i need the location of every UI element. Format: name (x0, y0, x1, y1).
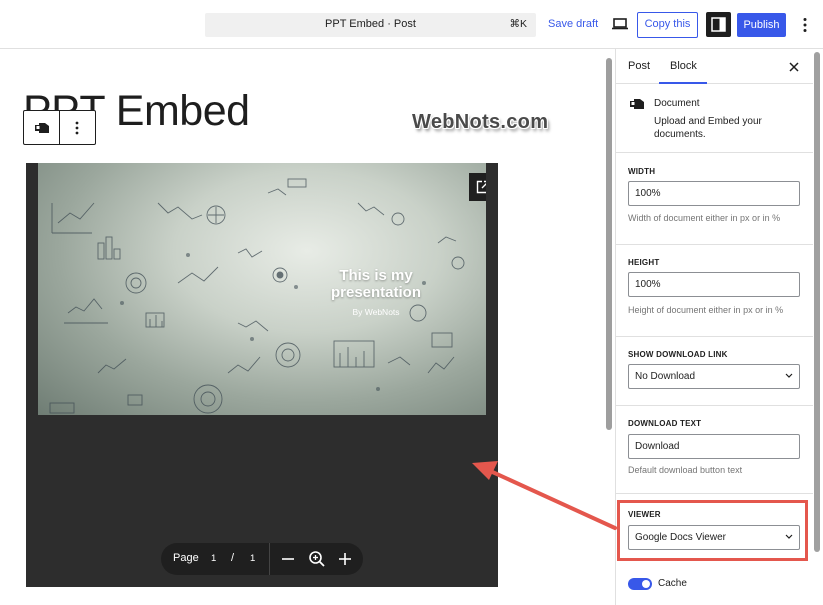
chevron-down-icon (785, 373, 793, 378)
width-input[interactable]: 100% (628, 181, 800, 206)
download-text-input[interactable]: Download (628, 434, 800, 459)
block-toolbar (23, 110, 96, 145)
canvas-scrollbar[interactable] (606, 58, 612, 430)
command-palette-bar[interactable]: PPT Embed · Post ⌘K (205, 13, 536, 37)
tab-block[interactable]: Block (659, 49, 707, 84)
block-description: Upload and Embed your documents. (654, 116, 762, 140)
viewer-page-controls: Page 1 / 1 (161, 543, 363, 575)
page-label: Page (173, 552, 199, 564)
sidebar-icon (711, 17, 726, 32)
options-menu-icon[interactable] (798, 16, 812, 34)
editor-canvas: PPT Embed WebNots.com This is my present… (0, 49, 606, 599)
webnots-watermark: WebNots.com (412, 111, 549, 133)
zoom-out-icon[interactable] (281, 551, 295, 567)
width-label: WIDTH (628, 167, 656, 176)
download-link-select[interactable]: No Download (628, 364, 800, 389)
height-input[interactable]: 100% (628, 272, 800, 297)
zoom-in-icon[interactable] (338, 551, 352, 567)
save-draft-button[interactable]: Save draft (548, 18, 598, 30)
download-link-panel: SHOW DOWNLOAD LINK No Download (616, 337, 813, 406)
open-in-new-window-button[interactable] (469, 173, 486, 201)
publish-button[interactable]: Publish (737, 13, 786, 37)
viewer-highlight-box (617, 500, 808, 561)
download-link-value: No Download (635, 371, 696, 382)
download-text-label: DOWNLOAD TEXT (628, 419, 702, 428)
cache-toggle[interactable] (628, 578, 652, 590)
tab-post[interactable]: Post (628, 60, 650, 72)
pager-divider (269, 543, 270, 575)
total-pages: 1 (250, 553, 256, 564)
sidebar-scrollbar[interactable] (814, 52, 820, 552)
document-viewer: This is my presentation By WebNots Page … (26, 163, 498, 587)
copy-this-button[interactable]: Copy this (637, 12, 698, 38)
block-card: Document Upload and Embed your documents… (616, 84, 813, 153)
height-label: HEIGHT (628, 258, 660, 267)
document-block-icon (35, 123, 49, 133)
height-help: Height of document either in px or in % (628, 305, 784, 315)
current-page-input[interactable]: 1 (211, 553, 216, 564)
document-block-switcher[interactable] (24, 111, 60, 144)
keyboard-shortcut: ⌘K (509, 18, 527, 30)
editor-header: PPT Embed · Post ⌘K Save draft Copy this… (0, 0, 823, 49)
block-options-button[interactable] (60, 111, 95, 144)
presentation-slide: This is my presentation By WebNots (38, 163, 486, 415)
width-panel: WIDTH 100% Width of document either in p… (616, 153, 813, 245)
download-text-help: Default download button text (628, 465, 743, 475)
preview-icon[interactable] (611, 16, 629, 32)
sidebar-tabs: Post Block (616, 49, 813, 84)
block-name: Document (654, 98, 700, 109)
more-vertical-icon (75, 121, 79, 135)
height-panel: HEIGHT 100% Height of document either in… (616, 245, 813, 337)
slide-title: This is my presentation (330, 267, 421, 301)
slide-subtitle: By WebNots (352, 307, 400, 317)
popout-icon (476, 180, 486, 194)
width-help: Width of document either in px or in % (628, 213, 781, 223)
cache-label: Cache (658, 578, 687, 589)
page-separator: / (231, 552, 235, 564)
download-link-label: SHOW DOWNLOAD LINK (628, 350, 728, 359)
document-title: PPT Embed · Post (325, 18, 416, 30)
tab-block-label: Block (670, 60, 697, 72)
settings-sidebar-toggle[interactable] (706, 12, 731, 37)
download-text-panel: DOWNLOAD TEXT Download Default download … (616, 406, 813, 494)
close-icon[interactable] (788, 60, 800, 72)
zoom-magnifier-icon[interactable] (308, 550, 326, 568)
document-icon (628, 97, 646, 116)
